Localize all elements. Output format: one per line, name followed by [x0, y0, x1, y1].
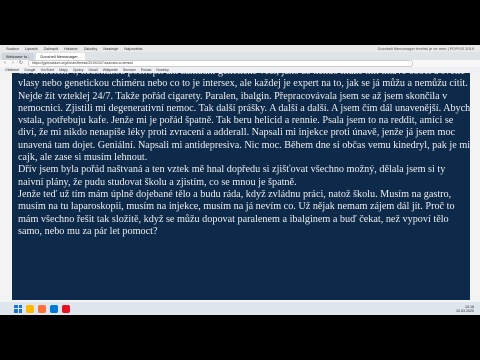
app-icon[interactable]: [62, 304, 70, 313]
menu-item-tools[interactable]: Nástroje: [103, 46, 118, 51]
tab-bar: Welcome to... Docshell filemanager...: [0, 52, 480, 60]
bookmark-item[interactable]: Google: [24, 68, 35, 72]
reload-icon[interactable]: ↻: [18, 61, 24, 66]
menu-item-bookmarks[interactable]: Záložky: [84, 46, 98, 51]
bookmark-item[interactable]: Mapy: [59, 68, 68, 72]
bookmark-item[interactable]: Wikipedie: [103, 68, 118, 72]
menu-item-edit[interactable]: Upravit: [25, 46, 38, 51]
browser-menubar: Soubor Upravit Zobrazit Historie Záložky…: [0, 45, 480, 52]
tab-welcome[interactable]: Welcome to...: [2, 52, 35, 60]
paragraph-3: Dřív jsem byla pořád naštvaná a ten vzte…: [18, 164, 446, 188]
paragraph-4: Jenže teď už tím mám úplně dojebané tělo…: [18, 188, 455, 237]
paragraph-2: Nejde žít vzteklej 24/7. Takže pořád cig…: [18, 90, 470, 164]
menu-item-view[interactable]: Zobrazit: [44, 46, 58, 51]
taskbar: 10:16 10.03.2020: [0, 302, 480, 315]
windows-start-icon[interactable]: [14, 304, 22, 313]
desktop-screen: Soubor Upravit Zobrazit Historie Záložky…: [0, 45, 480, 315]
bookmark-item[interactable]: Gmail: [89, 68, 98, 72]
window-title: Docshell filemanager trenink je ve mne |…: [377, 46, 474, 51]
post-content-area: Co ti kreténi v, nedokážou pochopit ani …: [12, 73, 470, 300]
menu-item-help[interactable]: Nápověda: [124, 46, 142, 51]
paragraph-1: Co ti kreténi v, nedokážou pochopit ani …: [18, 73, 468, 90]
post-text: Co ti kreténi v, nedokážou pochopit ani …: [18, 73, 470, 238]
bookmark-item[interactable]: Oblíbené: [5, 68, 19, 72]
bookmark-item[interactable]: YouTube: [41, 68, 55, 72]
back-arrow-icon[interactable]: ‹: [2, 61, 8, 66]
address-input[interactable]: https://gymnasium.org/forum/thread/2019/…: [28, 60, 413, 67]
bookmark-item[interactable]: Zprávy: [73, 68, 84, 72]
file-explorer-icon[interactable]: [26, 304, 34, 313]
bookmark-item[interactable]: Seznam: [123, 68, 136, 72]
mail-icon[interactable]: [50, 304, 58, 313]
system-clock[interactable]: 10:16 10.03.2020: [456, 305, 474, 313]
forward-arrow-icon[interactable]: ›: [10, 61, 16, 66]
menu-item-history[interactable]: Historie: [64, 46, 78, 51]
menu-item-file[interactable]: Soubor: [6, 46, 19, 51]
video-frame: Soubor Upravit Zobrazit Historie Záložky…: [0, 0, 480, 360]
tab-active[interactable]: Docshell filemanager...: [36, 52, 85, 60]
navigation-bar: ‹ › ↻ https://gymnasium.org/forum/thread…: [0, 60, 480, 67]
browser-icon[interactable]: [38, 304, 46, 313]
bookmark-item[interactable]: Novinky: [156, 68, 168, 72]
bookmark-item[interactable]: Počasí: [141, 68, 152, 72]
clock-date: 10.03.2020: [456, 308, 474, 313]
